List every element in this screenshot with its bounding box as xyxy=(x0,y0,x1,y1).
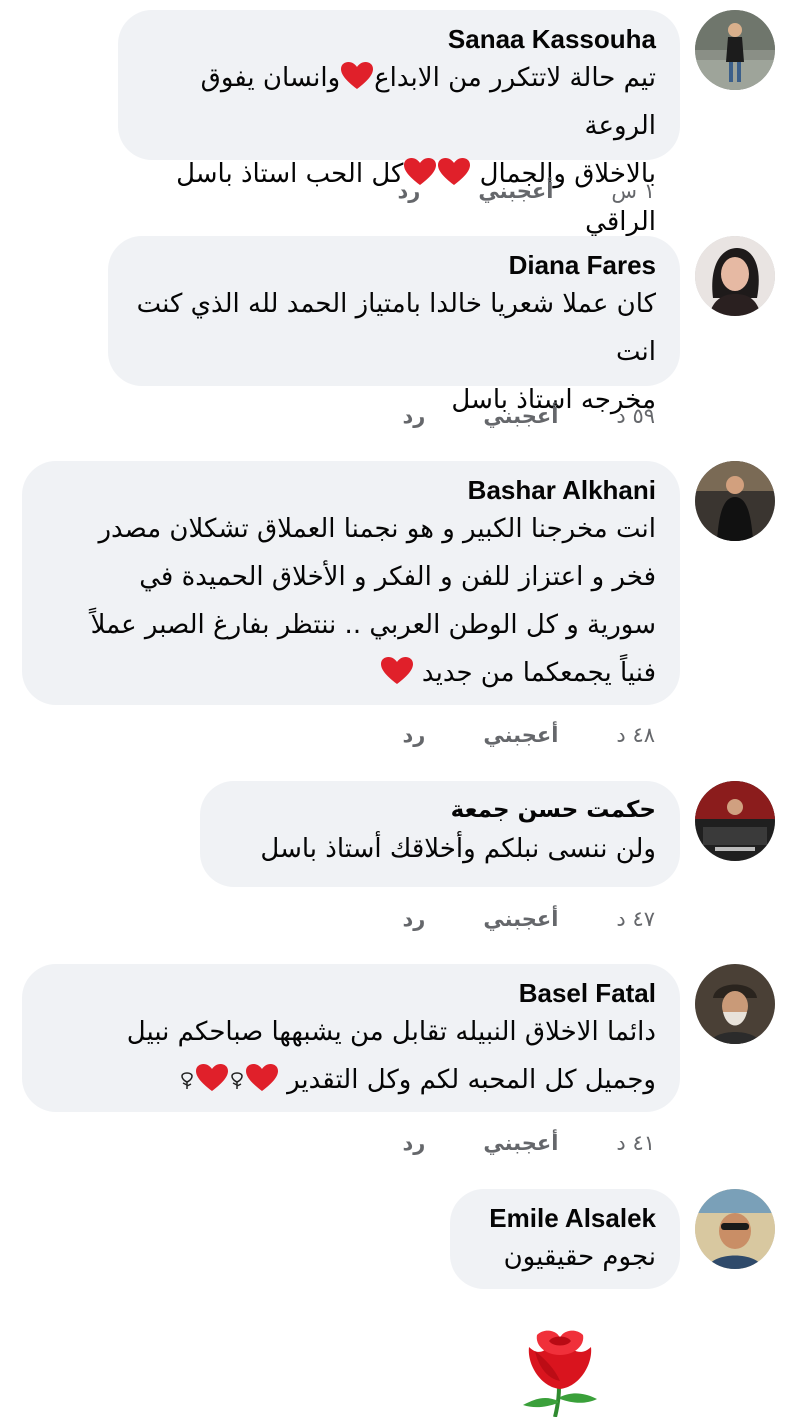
heart-emoji-icon xyxy=(195,1064,228,1091)
comment-line: تيم حالة لاتتكرر من الابداعوانسان يفوق ا… xyxy=(146,54,656,150)
rose-emoji-icon xyxy=(181,1072,193,1089)
comment-text: انت مخرجنا الكبير و هو نجمنا العملاق تشك… xyxy=(50,505,656,697)
avatar[interactable] xyxy=(695,1189,775,1269)
comment-author[interactable]: Basel Fatal xyxy=(50,978,656,1008)
like-button[interactable]: أعجبني xyxy=(483,723,558,747)
comment-text: نجوم حقيقيون xyxy=(478,1233,656,1281)
rose-emoji-icon xyxy=(231,1072,243,1089)
comment-text: ولن ننسى نبلكم وأخلاقك أستاذ باسل xyxy=(228,825,656,873)
comment-bubble: Diana Fares كان عملا شعريا خالدا بامتياز… xyxy=(108,236,680,415)
like-button[interactable]: أعجبني xyxy=(483,404,558,428)
avatar[interactable] xyxy=(695,236,775,316)
heart-emoji-icon xyxy=(380,657,413,684)
comment-author[interactable]: Emile Alsalek xyxy=(478,1203,656,1233)
comment-bubble: Bashar Alkhani انت مخرجنا الكبير و هو نج… xyxy=(22,461,680,705)
avatar-photo-icon xyxy=(695,10,775,90)
comment-line: انت مخرجنا الكبير و هو نجمنا العملاق تشك… xyxy=(98,514,656,544)
comment-actions: ١ س أعجبني رد xyxy=(397,176,655,206)
comment-author[interactable]: Bashar Alkhani xyxy=(50,475,656,505)
reply-button[interactable]: رد xyxy=(402,907,425,931)
comment-line: وجميل كل المحبه لكم وكل التقدير xyxy=(50,1056,656,1104)
red-rose-sticker-icon xyxy=(523,1330,597,1417)
comment-author[interactable]: Sanaa Kassouha xyxy=(146,24,656,54)
reply-button[interactable]: رد xyxy=(402,404,425,428)
heart-emoji-icon xyxy=(245,1064,278,1091)
comment-text: دائما الاخلاق النبيله تقابل من يشبهها صب… xyxy=(50,1008,656,1104)
comment-timestamp[interactable]: ٤١ د xyxy=(616,1131,655,1155)
comment-bubble: حكمت حسن جمعة ولن ننسى نبلكم وأخلاقك أست… xyxy=(200,781,680,887)
text-span: فنياً يجمعكما من جديد xyxy=(413,658,656,688)
comment-actions: ٤١ د أعجبني رد xyxy=(402,1128,655,1158)
avatar-photo-icon xyxy=(695,236,775,316)
comment-timestamp[interactable]: ٥٩ د xyxy=(616,404,655,428)
text-span: تيم حالة لاتتكرر من الابداع xyxy=(374,63,656,93)
comment-line: فنياً يجمعكما من جديد xyxy=(50,649,656,697)
comment-timestamp[interactable]: ٤٧ د xyxy=(616,907,655,931)
comment-line: سورية و كل الوطن العربي .. ننتظر بفارغ ا… xyxy=(90,610,656,640)
comment-line: كان عملا شعريا خالدا بامتياز الحمد لله ا… xyxy=(136,289,656,367)
comment-bubble: Basel Fatal دائما الاخلاق النبيله تقابل … xyxy=(22,964,680,1112)
comment-line: فخر و اعتزاز للفن و الفكر و الأخلاق الحم… xyxy=(139,562,656,592)
comment-author[interactable]: حكمت حسن جمعة xyxy=(228,795,656,825)
comment-line: دائما الاخلاق النبيله تقابل من يشبهها صب… xyxy=(126,1017,656,1047)
like-button[interactable]: أعجبني xyxy=(478,179,553,203)
like-button[interactable]: أعجبني xyxy=(483,907,558,931)
comment-actions: ٤٧ د أعجبني رد xyxy=(402,904,655,934)
like-button[interactable]: أعجبني xyxy=(483,1131,558,1155)
comment-timestamp[interactable]: ٤٨ د xyxy=(616,723,655,747)
avatar[interactable] xyxy=(695,781,775,861)
avatar-photo-icon xyxy=(695,781,775,861)
avatar-photo-icon xyxy=(695,964,775,1044)
reply-button[interactable]: رد xyxy=(402,1131,425,1155)
comment-actions: ٥٩ د أعجبني رد xyxy=(402,401,655,431)
comment-line: ولن ننسى نبلكم وأخلاقك أستاذ باسل xyxy=(260,834,656,864)
comment-timestamp[interactable]: ١ س xyxy=(611,179,655,203)
comment-bubble: Sanaa Kassouha تيم حالة لاتتكرر من الابد… xyxy=(118,10,680,237)
comment-author[interactable]: Diana Fares xyxy=(136,250,656,280)
avatar-photo-icon xyxy=(695,461,775,541)
comment-text: تيم حالة لاتتكرر من الابداعوانسان يفوق ا… xyxy=(146,54,656,246)
comment-bubble: Emile Alsalek نجوم حقيقيون xyxy=(450,1189,680,1289)
heart-emoji-icon xyxy=(341,62,374,89)
avatar[interactable] xyxy=(695,10,775,90)
avatar[interactable] xyxy=(695,964,775,1044)
avatar[interactable] xyxy=(695,461,775,541)
comment-line: نجوم حقيقيون xyxy=(503,1242,656,1272)
reply-button[interactable]: رد xyxy=(402,723,425,747)
text-span: وجميل كل المحبه لكم وكل التقدير xyxy=(278,1065,656,1095)
comment-actions: ٤٨ د أعجبني رد xyxy=(402,720,655,750)
reply-button[interactable]: رد xyxy=(397,179,420,203)
avatar-photo-icon xyxy=(695,1189,775,1269)
